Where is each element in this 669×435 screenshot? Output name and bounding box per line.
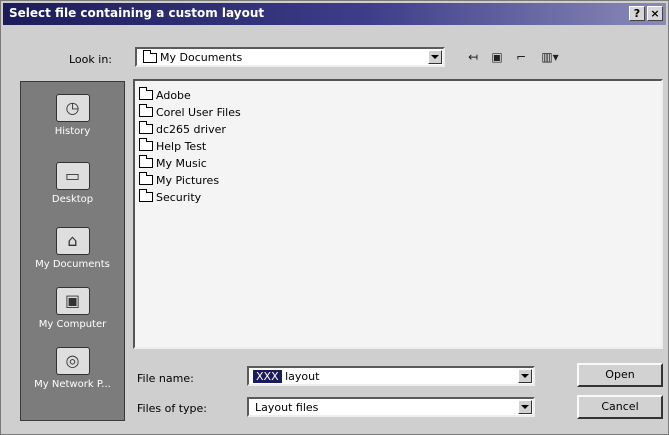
look-in-label: Look in: [69,53,112,66]
folder-icon [139,87,153,100]
place-history[interactable]: ◷ History [21,94,124,137]
my-network-places-icon: ◎ [55,347,90,375]
chevron-down-icon[interactable] [518,369,532,383]
selected-text: XXX [253,370,282,383]
file-name: My Music [156,156,207,170]
chevron-down-icon[interactable] [518,400,532,414]
file-name: Help Test [156,139,207,153]
cancel-button[interactable]: Cancel [577,395,663,419]
pictures-folder-icon [139,172,153,185]
place-my-documents[interactable]: ⌂ My Documents [21,227,124,270]
place-label: My Computer [38,319,107,330]
file-name: Adobe [156,88,191,102]
folder-icon [139,121,153,134]
file-type-value: Layout files [255,401,319,414]
list-item[interactable]: Corel User Files [139,104,241,120]
file-name: dc265 driver [156,122,226,136]
look-in-value: My Documents [160,51,243,64]
folder-icon [139,104,153,117]
folder-icon [139,155,153,168]
place-label: Desktop [51,194,94,205]
up-folder-icon[interactable]: ▣ [487,48,507,66]
file-name-input[interactable]: XXX layout [247,366,535,386]
place-my-network-places[interactable]: ◎ My Network P... [21,347,124,390]
list-item[interactable]: Help Test [139,138,206,154]
open-button[interactable]: Open [577,363,663,387]
list-item[interactable]: Security [139,189,201,205]
new-folder-icon[interactable]: ⌐ [511,48,531,66]
file-name: Corel User Files [156,105,241,119]
list-item[interactable]: My Music [139,155,207,171]
file-type-dropdown[interactable]: Layout files [247,397,535,417]
back-icon[interactable]: ↤ [463,48,483,66]
list-item[interactable]: dc265 driver [139,121,226,137]
my-computer-icon: ▣ [55,287,90,315]
file-dialog: Select file containing a custom layout ?… [0,0,669,435]
place-my-computer[interactable]: ▣ My Computer [21,287,124,330]
my-documents-icon: ⌂ [55,227,90,255]
views-menu-icon[interactable]: ▥▾ [535,48,565,66]
file-name-value: layout [281,370,320,383]
chevron-down-icon[interactable] [428,50,442,64]
place-label: My Documents [35,259,110,270]
desktop-icon: ▭ [55,162,90,190]
place-label: History [54,126,91,137]
file-name: My Pictures [156,173,220,187]
place-desktop[interactable]: ▭ Desktop [21,162,124,205]
place-label: My Network P... [34,379,111,390]
folder-icon [139,138,153,151]
look-in-dropdown[interactable]: My Documents [135,47,445,67]
list-item[interactable]: Adobe [139,87,191,103]
folder-icon [143,49,157,63]
file-type-label: Files of type: [137,402,208,415]
file-name: Security [156,190,202,204]
close-button[interactable]: × [647,6,663,21]
file-list[interactable]: Adobe Corel User Files dc265 driver Help… [133,79,663,349]
title-bar[interactable]: Select file containing a custom layout ?… [3,3,666,25]
history-icon: ◷ [55,94,90,122]
folder-icon [139,189,153,202]
places-bar: ◷ History ▭ Desktop ⌂ My Documents ▣ My … [20,81,125,421]
file-name-label: File name: [137,372,194,385]
dialog-title: Select file containing a custom layout [9,6,265,20]
help-button[interactable]: ? [629,6,645,21]
list-item[interactable]: My Pictures [139,172,219,188]
